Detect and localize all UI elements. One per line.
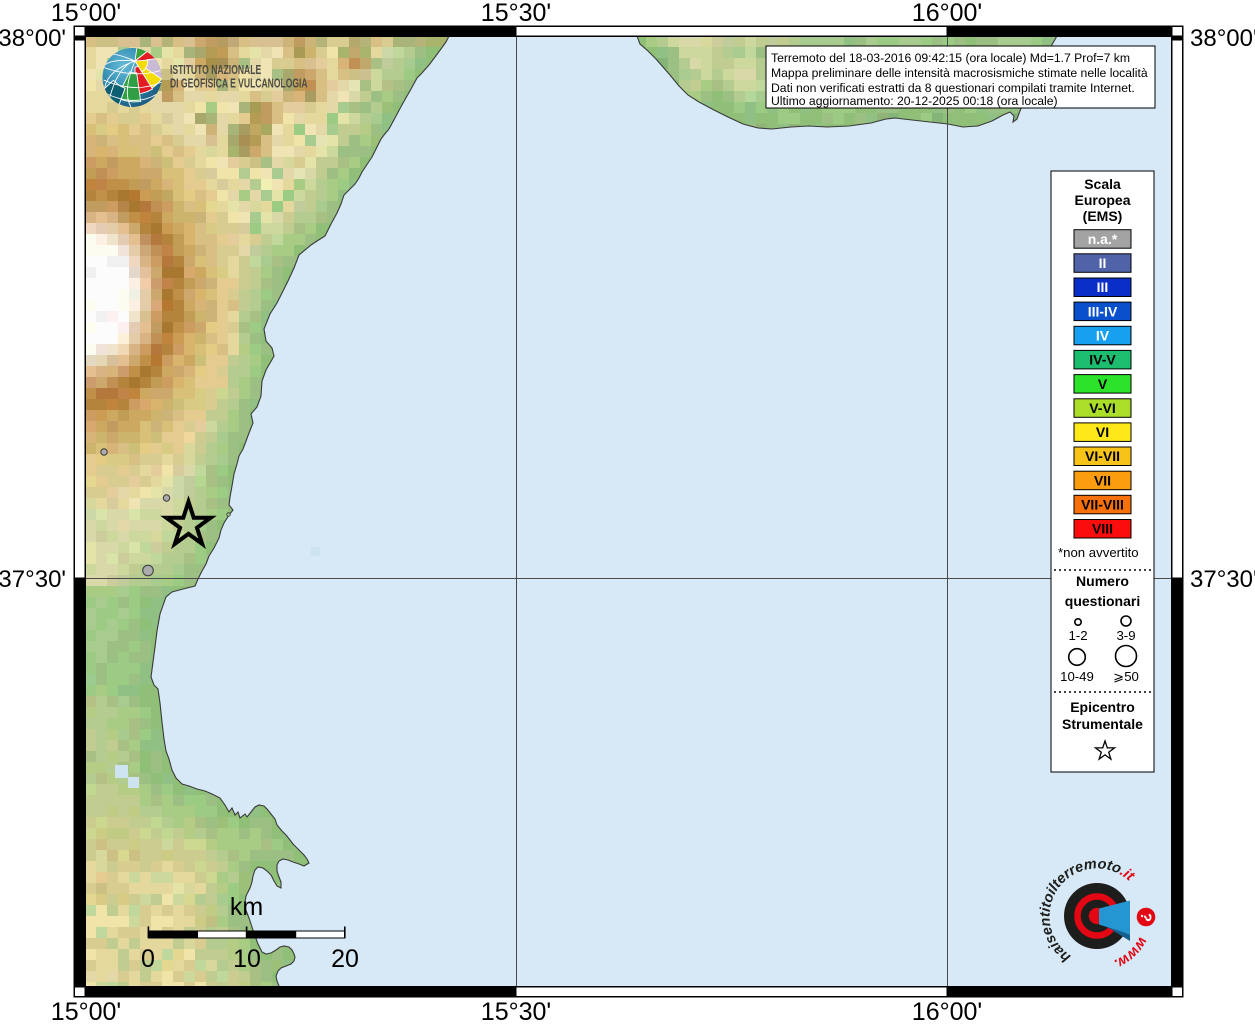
svg-text:VII-VIII: VII-VIII (1081, 497, 1124, 513)
svg-text:3-9: 3-9 (1116, 628, 1135, 643)
svg-text:V-VI: V-VI (1089, 400, 1115, 416)
svg-text:Dati non verificati estratti d: Dati non verificati estratti da 8 questi… (771, 81, 1135, 95)
svg-text:1-2: 1-2 (1068, 628, 1087, 643)
svg-text:n.a.*: n.a.* (1088, 231, 1118, 247)
svg-text:10-49: 10-49 (1060, 669, 1094, 684)
svg-text:Europea: Europea (1074, 192, 1130, 208)
svg-text:km: km (230, 893, 263, 921)
svg-text:Terremoto del 18-03-2016 09:42: Terremoto del 18-03-2016 09:42:15 (ora l… (771, 51, 1130, 65)
svg-text:Ultimo aggiornamento: 20-12-20: Ultimo aggiornamento: 20-12-2025 00:18 (… (771, 94, 1058, 108)
svg-text:(EMS): (EMS) (1083, 208, 1123, 224)
svg-text:VI: VI (1096, 424, 1109, 440)
svg-text:ISTITUTO NAZIONALE: ISTITUTO NAZIONALE (170, 63, 261, 77)
svg-text:Strumentale: Strumentale (1062, 716, 1143, 732)
svg-text:IV-V: IV-V (1089, 352, 1116, 368)
svg-text:15°00': 15°00' (51, 998, 121, 1024)
svg-text:VI-VII: VI-VII (1085, 448, 1120, 464)
svg-text:37°30': 37°30' (1190, 566, 1255, 593)
svg-text:questionari: questionari (1065, 593, 1140, 609)
svg-text:Mappa preliminare delle intens: Mappa preliminare delle intensità macros… (771, 66, 1148, 80)
svg-text:VII: VII (1094, 472, 1111, 488)
svg-text:VIII: VIII (1092, 521, 1113, 537)
svg-text:15°30': 15°30' (481, 998, 551, 1024)
svg-text:III: III (1097, 279, 1109, 295)
svg-text:15°30': 15°30' (481, 0, 551, 27)
svg-text:Numero: Numero (1076, 573, 1129, 589)
svg-text:Scala: Scala (1084, 176, 1121, 192)
svg-text:16°00': 16°00' (912, 0, 982, 27)
svg-text:*non avvertito: *non avvertito (1058, 545, 1139, 560)
svg-text:II: II (1099, 255, 1107, 271)
svg-text:15°00': 15°00' (51, 0, 121, 27)
svg-text:20: 20 (331, 945, 359, 973)
svg-text:V: V (1098, 376, 1108, 392)
svg-text:16°00': 16°00' (912, 998, 982, 1024)
svg-text:38°00': 38°00' (1190, 25, 1255, 52)
svg-text:37°30': 37°30' (0, 566, 66, 593)
svg-text:10: 10 (233, 945, 261, 973)
svg-text:IV: IV (1096, 328, 1110, 344)
svg-text:0: 0 (141, 945, 155, 973)
svg-text:III-IV: III-IV (1088, 303, 1118, 319)
svg-text:Epicentro: Epicentro (1070, 699, 1135, 715)
svg-text:⩾50: ⩾50 (1113, 669, 1139, 684)
svg-text:DI GEOFISICA E VULCANOLOGIA: DI GEOFISICA E VULCANOLOGIA (170, 77, 308, 91)
svg-text:38°00': 38°00' (0, 25, 66, 52)
